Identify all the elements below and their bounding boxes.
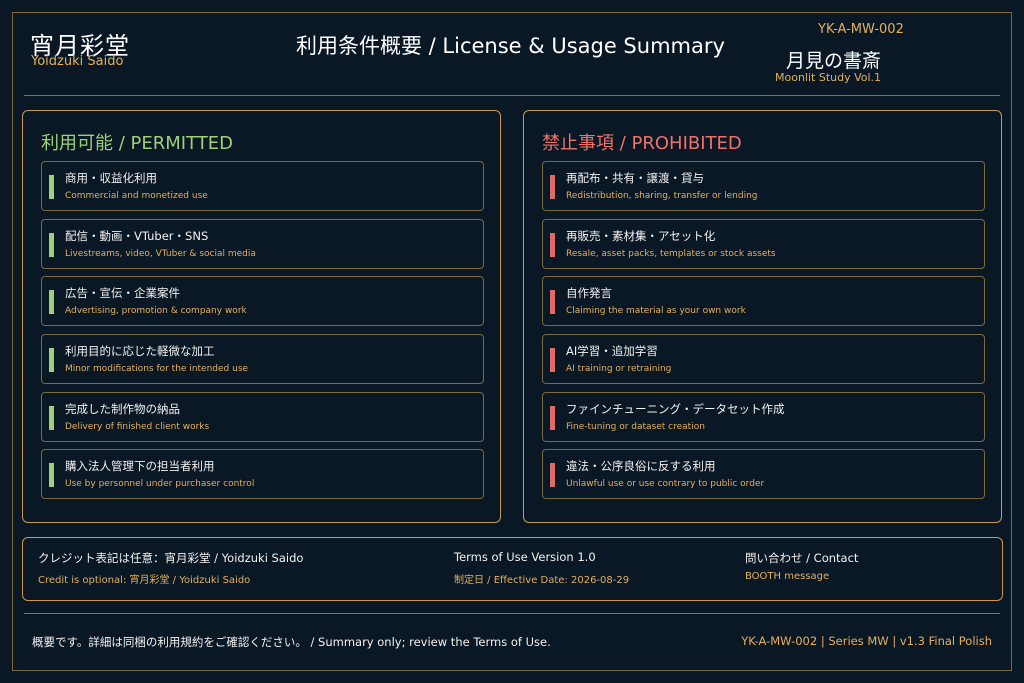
- item-label-jp: 自作発言: [566, 286, 612, 300]
- prohibited-title: 禁止事項 / PROHIBITED: [542, 133, 742, 154]
- footer-divider: [24, 613, 1000, 614]
- prohibited-marker: [550, 463, 555, 487]
- permitted-item: 広告・宣伝・企業案件 Advertising, promotion & comp…: [41, 276, 484, 326]
- credit-note-jp: クレジット表記は任意：宵月彩堂 / Yoidzuki Saido: [38, 551, 304, 565]
- item-label-jp: 購入法人管理下の担当者利用: [65, 459, 215, 473]
- item-label-jp: 商用・収益化利用: [65, 171, 157, 185]
- permitted-marker: [49, 406, 54, 430]
- permitted-item: 利用目的に応じた軽微な加工 Minor modifications for th…: [41, 334, 484, 384]
- permitted-title: 利用可能 / PERMITTED: [41, 133, 233, 154]
- prohibited-item: 違法・公序良俗に反する利用 Unlawful use or use contra…: [542, 449, 985, 499]
- permitted-item: 配信・動画・VTuber・SNS Livestreams, video, VTu…: [41, 219, 484, 269]
- prohibited-marker: [550, 175, 555, 199]
- item-label-en: Claiming the material as your own work: [566, 306, 746, 316]
- prohibited-item: ファインチューニング・データセット作成 Fine-tuning or datas…: [542, 392, 985, 442]
- item-label-jp: 広告・宣伝・企業案件: [65, 286, 180, 300]
- item-label-en: Redistribution, sharing, transfer or len…: [566, 191, 758, 201]
- brand-name-en: Yoidzuki Saido: [31, 54, 124, 69]
- effective-date: 制定日 / Effective Date: 2026-08-29: [454, 575, 630, 586]
- permitted-panel: 利用可能 / PERMITTED 商用・収益化利用 Commercial and…: [22, 110, 501, 523]
- item-label-en: Minor modifications for the intended use: [65, 364, 249, 374]
- document-code: YK-A-MW-002: [818, 22, 904, 37]
- permitted-marker: [49, 175, 54, 199]
- prohibited-marker: [550, 233, 555, 257]
- terms-version: Terms of Use Version 1.0: [454, 550, 596, 564]
- product-title-jp: 月見の書斎: [786, 50, 882, 72]
- permitted-item: 購入法人管理下の担当者利用 Use by personnel under pur…: [41, 449, 484, 499]
- contact-label: 問い合わせ / Contact: [745, 551, 859, 565]
- prohibited-item: 再販売・素材集・アセット化 Resale, asset packs, templ…: [542, 219, 985, 269]
- item-label-jp: 配信・動画・VTuber・SNS: [65, 229, 209, 243]
- credit-note-en: Credit is optional: 宵月彩堂 / Yoidzuki Said…: [38, 575, 251, 586]
- item-label-en: Delivery of finished client works: [65, 422, 210, 432]
- item-label-jp: 違法・公序良俗に反する利用: [566, 459, 716, 473]
- page-title: 利用条件概要 / License & Usage Summary: [296, 34, 725, 58]
- summary-disclaimer: 概要です。詳細は同梱の利用規約をご確認ください。 / Summary only;…: [32, 635, 551, 649]
- header-divider: [24, 95, 1000, 96]
- item-label-en: Advertising, promotion & company work: [65, 306, 247, 316]
- prohibited-item: AI学習・追加学習 AI training or retraining: [542, 334, 985, 384]
- prohibited-marker: [550, 406, 555, 430]
- item-label-en: Resale, asset packs, templates or stock …: [566, 249, 776, 259]
- item-label-jp: 再配布・共有・譲渡・貸与: [566, 171, 704, 185]
- item-label-jp: 利用目的に応じた軽微な加工: [65, 344, 215, 358]
- item-label-jp: 完成した制作物の納品: [65, 402, 180, 416]
- item-label-en: Commercial and monetized use: [65, 191, 208, 201]
- item-label-en: Fine-tuning or dataset creation: [566, 422, 705, 432]
- item-label-jp: ファインチューニング・データセット作成: [566, 402, 785, 416]
- item-label-en: Livestreams, video, VTuber & social medi…: [65, 249, 256, 259]
- prohibited-marker: [550, 348, 555, 372]
- terms-info-box: クレジット表記は任意：宵月彩堂 / Yoidzuki Saido Credit …: [22, 537, 1003, 601]
- permitted-item: 完成した制作物の納品 Delivery of finished client w…: [41, 392, 484, 442]
- product-title-en: Moonlit Study Vol.1: [775, 71, 882, 84]
- permitted-item: 商用・収益化利用 Commercial and monetized use: [41, 161, 484, 211]
- permitted-marker: [49, 463, 54, 487]
- prohibited-panel: 禁止事項 / PROHIBITED 再配布・共有・譲渡・貸与 Redistrib…: [523, 110, 1002, 523]
- prohibited-item: 再配布・共有・譲渡・貸与 Redistribution, sharing, tr…: [542, 161, 985, 211]
- item-label-jp: AI学習・追加学習: [566, 344, 658, 358]
- item-label-en: Use by personnel under purchaser control: [65, 479, 255, 489]
- item-label-en: AI training or retraining: [566, 364, 672, 374]
- prohibited-item: 自作発言 Claiming the material as your own w…: [542, 276, 985, 326]
- permitted-marker: [49, 348, 54, 372]
- prohibited-marker: [550, 290, 555, 314]
- item-label-en: Unlawful use or use contrary to public o…: [566, 479, 765, 489]
- permitted-marker: [49, 233, 54, 257]
- item-label-jp: 再販売・素材集・アセット化: [566, 229, 716, 243]
- permitted-marker: [49, 290, 54, 314]
- contact-method: BOOTH message: [745, 571, 830, 582]
- version-meta: YK-A-MW-002 | Series MW | v1.3 Final Pol…: [741, 634, 992, 648]
